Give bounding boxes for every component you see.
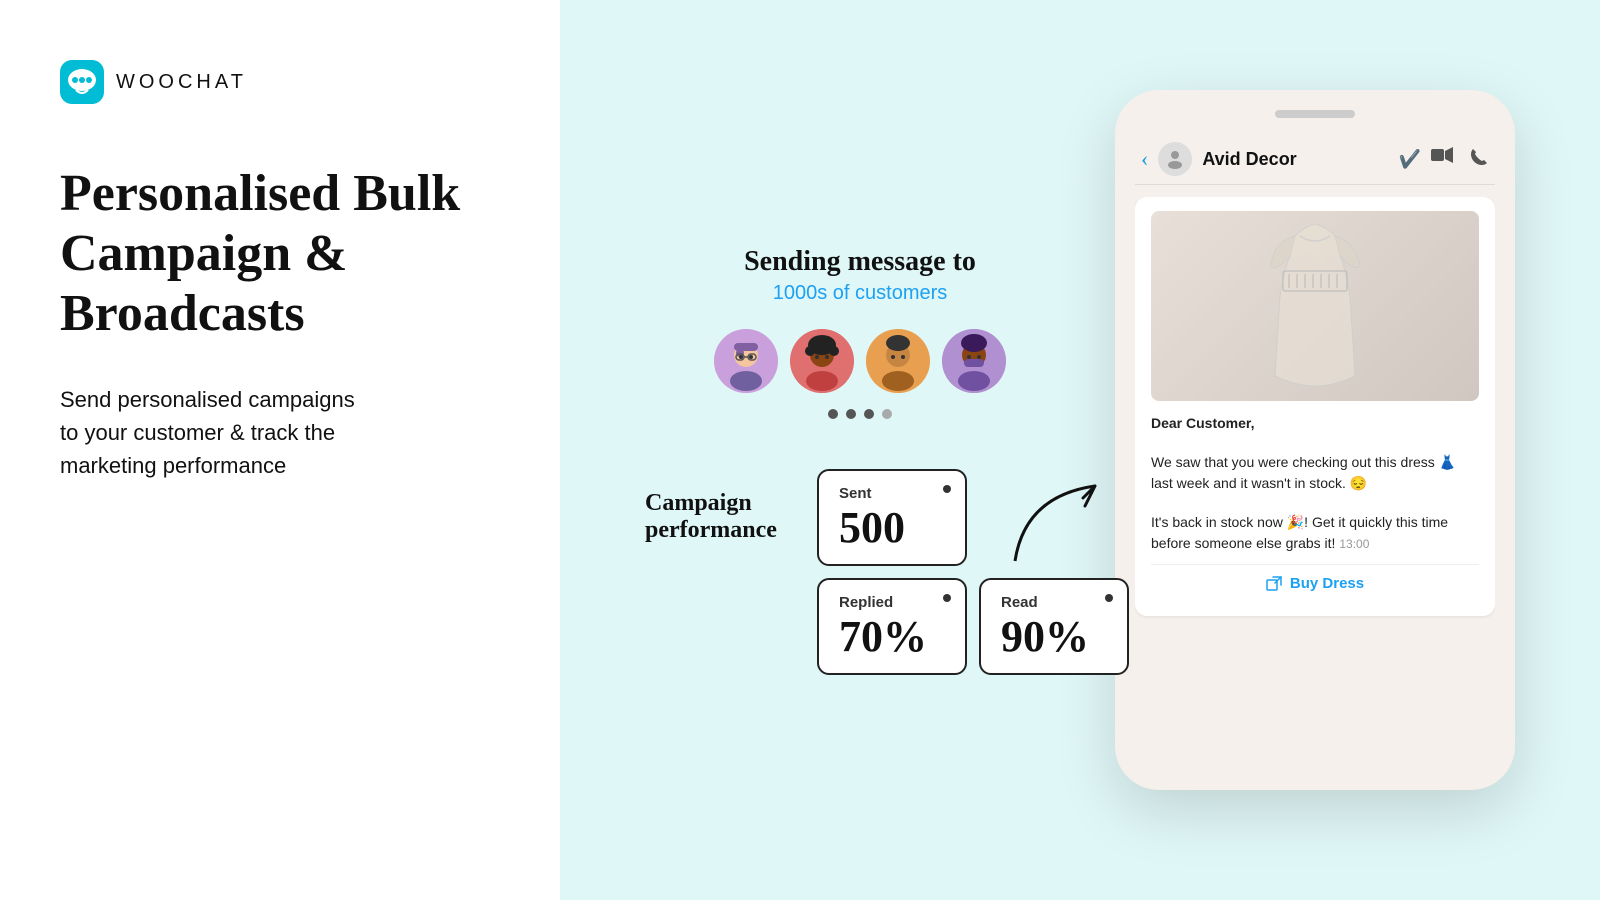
- campaign-label: Campaign performance: [645, 490, 805, 544]
- woochat-logo-icon: [60, 60, 104, 104]
- avatars-row: [645, 329, 1075, 393]
- left-panel: WOOCHAT Personalised Bulk Campaign & Bro…: [0, 0, 560, 900]
- dress-svg: [1245, 216, 1385, 396]
- right-panel: Sending message to 1000s of customers: [560, 0, 1600, 900]
- phone-actions: [1431, 147, 1489, 172]
- video-call-icon[interactable]: [1431, 147, 1453, 172]
- avatar-4: [942, 329, 1006, 393]
- dot-3: [864, 409, 874, 419]
- read-stat-box: Read 90%: [979, 578, 1129, 675]
- replied-dot: [943, 594, 951, 602]
- contact-avatar: [1158, 142, 1192, 176]
- back-button[interactable]: ‹: [1141, 146, 1148, 172]
- phone-chat-area: Dear Customer, We saw that you were chec…: [1135, 197, 1495, 770]
- contact-name: Avid Decor: [1202, 149, 1388, 170]
- phone-mockup: ‹ Avid Decor ✔️: [1115, 90, 1515, 790]
- page-subtext: Send personalised campaignsto your custo…: [60, 383, 510, 482]
- phone-header: ‹ Avid Decor ✔️: [1135, 134, 1495, 185]
- page-headline: Personalised Bulk Campaign & Broadcasts: [60, 164, 510, 343]
- dots-row: [645, 409, 1075, 419]
- logo-area: WOOCHAT: [60, 60, 510, 104]
- chat-message-bubble: Dear Customer, We saw that you were chec…: [1135, 197, 1495, 616]
- external-link-icon: [1266, 576, 1282, 592]
- avatar-3: [866, 329, 930, 393]
- dress-image: [1151, 211, 1479, 401]
- arrow-icon: [1005, 476, 1125, 576]
- verified-badge-icon: ✔️: [1399, 149, 1421, 170]
- sent-label: Sent: [839, 485, 945, 502]
- arrow-container: [1005, 476, 1125, 581]
- avatar-1: [714, 329, 778, 393]
- sending-title: Sending message to: [645, 246, 1075, 278]
- sent-value: 500: [839, 506, 945, 550]
- sent-stat-box: Sent 500: [817, 469, 967, 566]
- dot-4: [882, 409, 892, 419]
- dot-2: [846, 409, 856, 419]
- buy-button-label: Buy Dress: [1290, 575, 1364, 592]
- bottom-stats-row: Replied 70% Read 90%: [817, 578, 1075, 675]
- read-dot: [1105, 594, 1113, 602]
- buy-dress-button[interactable]: Buy Dress: [1151, 564, 1479, 602]
- replied-stat-box: Replied 70%: [817, 578, 967, 675]
- dot-1: [828, 409, 838, 419]
- replied-value: 70%: [839, 615, 945, 659]
- read-label: Read: [1001, 594, 1107, 611]
- message-time: 13:00: [1339, 537, 1369, 551]
- message-body-1: We saw that you were checking out this d…: [1151, 452, 1479, 494]
- center-content: Sending message to 1000s of customers: [645, 246, 1075, 675]
- phone-notch: [1275, 110, 1355, 118]
- logo-text: WOOCHAT: [116, 71, 247, 94]
- sending-subtitle: 1000s of customers: [645, 282, 1075, 305]
- sending-section: Sending message to 1000s of customers: [645, 246, 1075, 419]
- sent-dot: [943, 485, 951, 493]
- message-body-2: It's back in stock now 🎉! Get it quickly…: [1151, 512, 1479, 554]
- read-value: 90%: [1001, 615, 1107, 659]
- replied-label: Replied: [839, 594, 945, 611]
- avatar-2: [790, 329, 854, 393]
- message-greeting: Dear Customer,: [1151, 413, 1479, 434]
- phone-call-icon[interactable]: [1469, 147, 1489, 172]
